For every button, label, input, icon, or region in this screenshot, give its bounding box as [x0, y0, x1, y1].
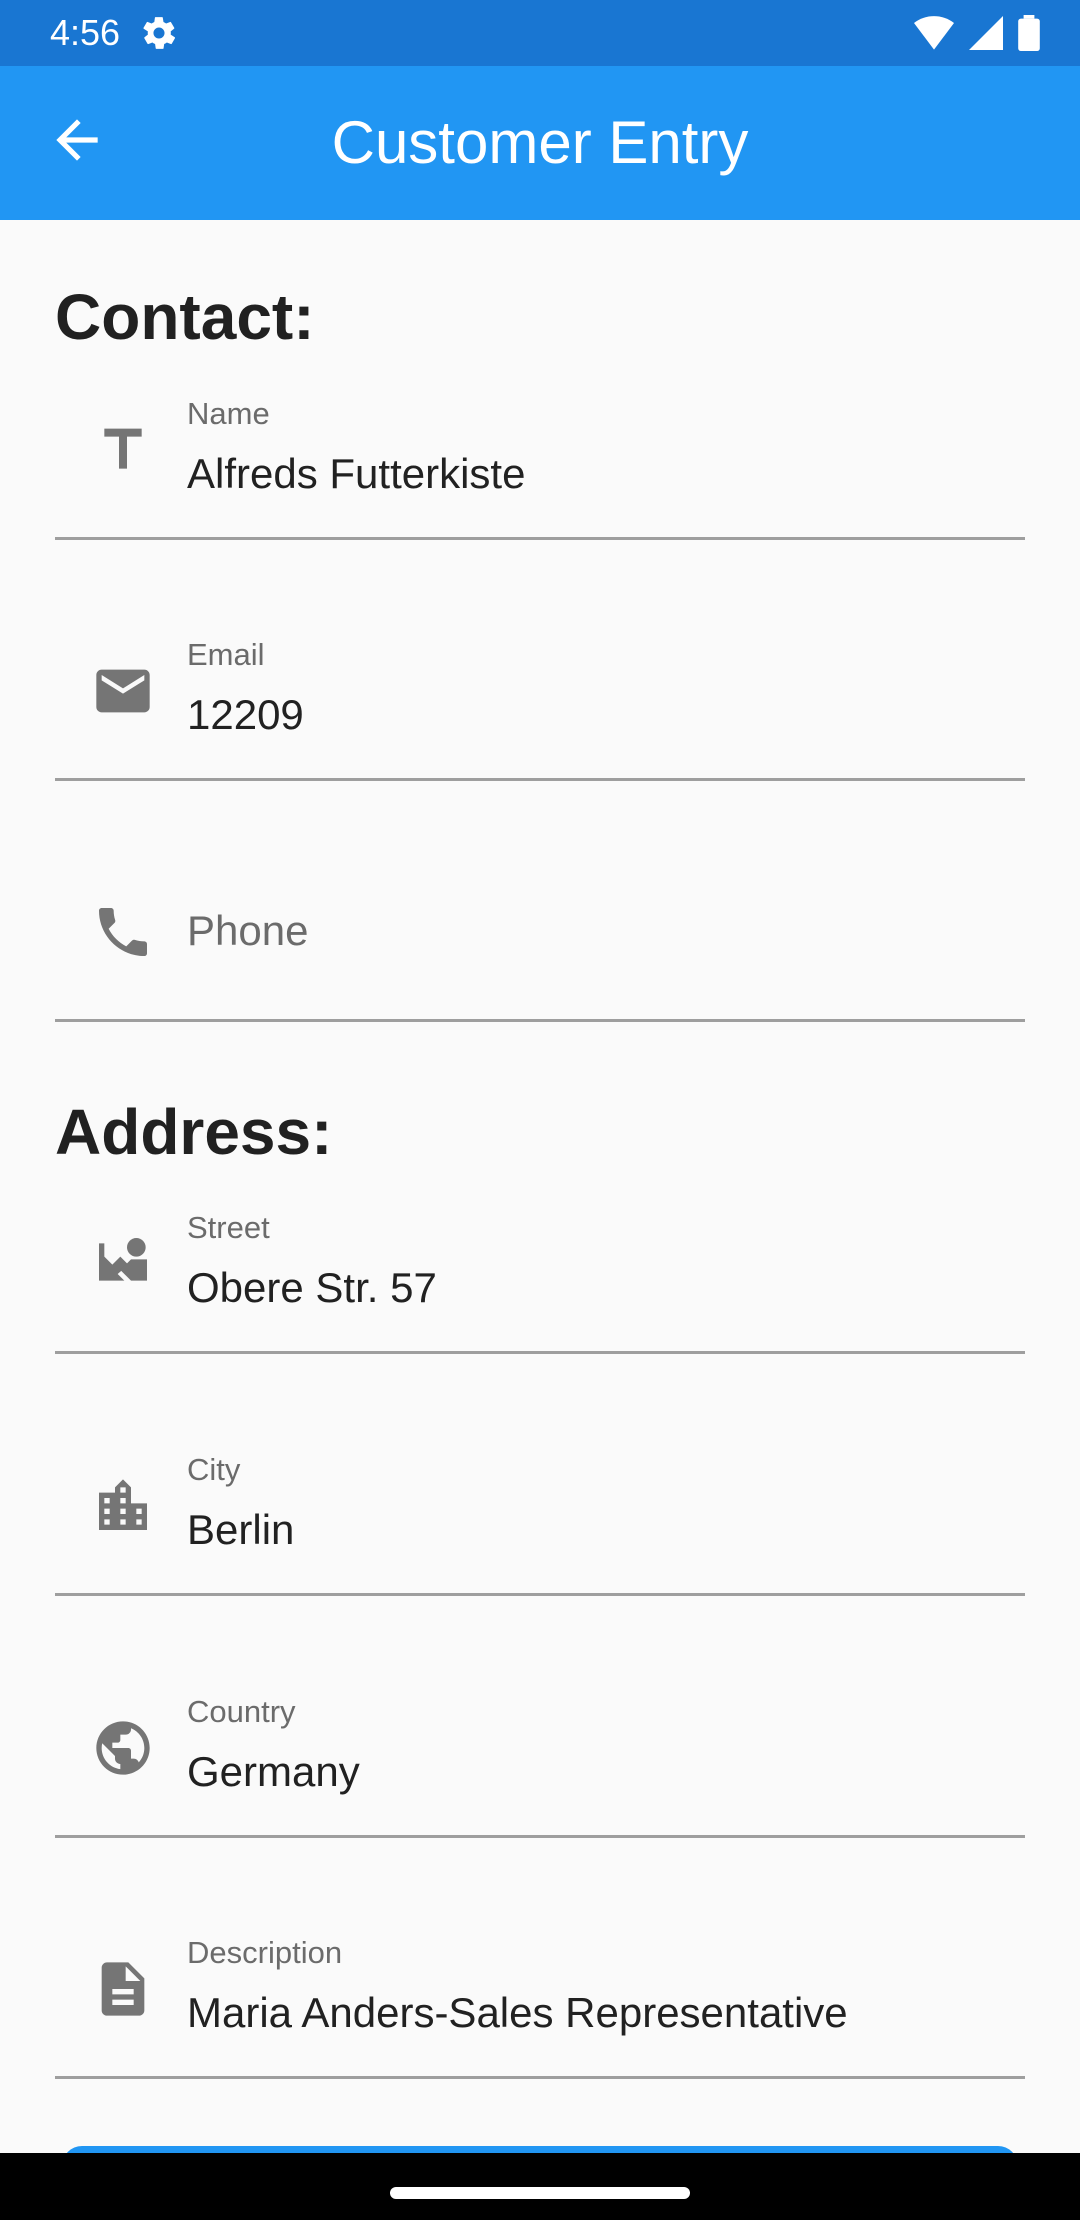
phone-underline	[55, 1019, 1025, 1022]
description-label: Description	[187, 1935, 343, 1970]
street-field[interactable]: Street Obere Str. 57	[55, 1114, 1025, 1354]
email-label: Email	[187, 637, 265, 672]
name-label: Name	[187, 396, 270, 431]
email-underline	[55, 778, 1025, 781]
city-value[interactable]: Berlin	[187, 1506, 294, 1554]
home-gesture-handle[interactable]	[390, 2187, 690, 2199]
city-underline	[55, 1593, 1025, 1596]
mail-icon	[96, 669, 150, 713]
phone-field[interactable]: Phone	[55, 782, 1025, 1022]
description-value[interactable]: Maria Anders-Sales Representative	[187, 1989, 848, 2037]
globe-icon	[96, 1721, 150, 1775]
email-value[interactable]: 12209	[187, 691, 304, 739]
status-time: 4:56	[50, 12, 121, 53]
city-icon	[99, 1479, 147, 1530]
page-title: Customer Entry	[331, 109, 749, 176]
street-label: Street	[187, 1210, 270, 1245]
country-field[interactable]: Country Germany	[55, 1598, 1025, 1838]
country-value[interactable]: Germany	[187, 1748, 360, 1796]
wifi-icon	[914, 16, 954, 50]
country-label: Country	[187, 1694, 296, 1729]
email-field[interactable]: Email 12209	[55, 541, 1025, 781]
city-field[interactable]: City Berlin	[55, 1356, 1025, 1596]
description-underline	[55, 2076, 1025, 2079]
city-label: City	[187, 1452, 241, 1487]
phone-placeholder[interactable]: Phone	[187, 907, 308, 955]
back-arrow-icon[interactable]	[46, 109, 108, 171]
name-underline	[55, 537, 1025, 540]
text-icon	[104, 428, 142, 469]
description-field[interactable]: Description Maria Anders-Sales Represent…	[55, 1839, 1025, 2079]
cell-signal-icon	[969, 16, 1003, 50]
phone-icon	[99, 908, 147, 956]
settings-gear-icon	[143, 17, 176, 49]
name-field[interactable]: Name Alfreds Futterkiste	[55, 300, 1025, 540]
status-icons	[914, 14, 1040, 52]
street-underline	[55, 1351, 1025, 1354]
name-value[interactable]: Alfreds Futterkiste	[187, 450, 525, 498]
battery-icon	[1018, 15, 1040, 51]
document-icon	[101, 1962, 145, 2016]
street-value[interactable]: Obere Str. 57	[187, 1264, 437, 1312]
status-bar: 4:56	[0, 0, 1080, 66]
street-map-icon	[99, 1238, 147, 1281]
country-underline	[55, 1835, 1025, 1838]
